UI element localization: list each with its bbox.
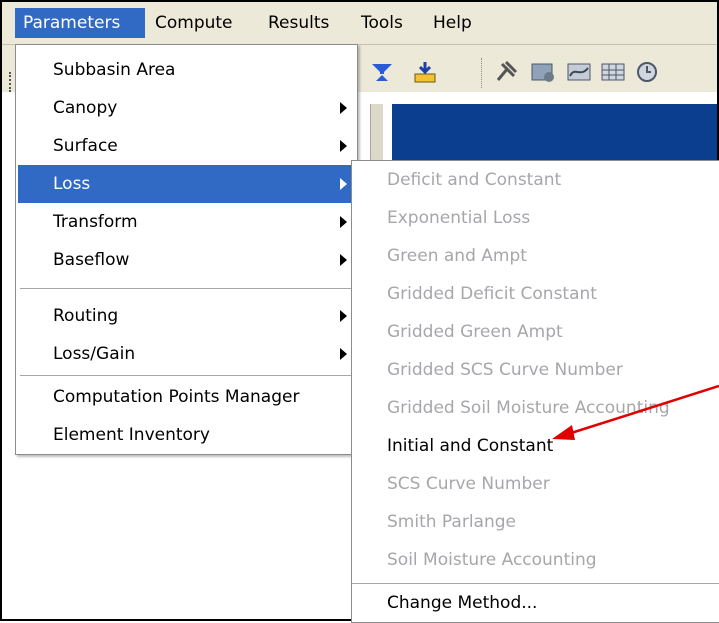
menu-item-label: Element Inventory: [53, 425, 210, 445]
submenu-item-gridded-deficit-constant: Gridded Deficit Constant: [387, 284, 597, 304]
panel-divider[interactable]: [370, 104, 383, 164]
menu-item-label: Loss: [53, 174, 91, 194]
toolbar-separator: [481, 58, 483, 88]
submenu-arrow-icon: [340, 310, 347, 322]
menu-item-computation-points-manager[interactable]: Computation Points Manager: [18, 378, 355, 416]
menu-item-label: Surface: [53, 136, 118, 156]
table-icon[interactable]: [600, 60, 626, 84]
graph-icon[interactable]: [566, 60, 592, 84]
menu-help[interactable]: Help: [425, 8, 480, 38]
menu-item-label: Subbasin Area: [53, 60, 176, 80]
menu-item-label: Transform: [53, 212, 138, 232]
submenu-item-soil-moisture-accounting: Soil Moisture Accounting: [387, 550, 597, 570]
menu-item-subbasin-area[interactable]: Subbasin Area: [18, 51, 355, 89]
submenu-arrow-icon: [340, 102, 347, 114]
submenu-arrow-icon: [340, 216, 347, 228]
menu-item-label: Loss/Gain: [53, 344, 136, 364]
menu-item-label: Computation Points Manager: [53, 387, 300, 407]
menu-item-loss[interactable]: Loss: [18, 165, 355, 203]
import-data-icon[interactable]: [412, 60, 438, 84]
submenu-item-initial-and-constant[interactable]: Initial and Constant: [352, 427, 719, 465]
submenu-item-gridded-soil-moisture-accounting: Gridded Soil Moisture Accounting: [387, 398, 670, 418]
submenu-item-deficit-and-constant: Deficit and Constant: [387, 170, 562, 190]
menu-item-loss-gain[interactable]: Loss/Gain: [18, 335, 355, 373]
submenu-arrow-icon: [340, 140, 347, 152]
menu-separator: [20, 375, 353, 376]
menu-item-label: Canopy: [53, 98, 118, 118]
menu-compute[interactable]: Compute: [147, 8, 241, 38]
menu-item-routing[interactable]: Routing: [18, 297, 355, 335]
menu-item-element-inventory[interactable]: Element Inventory: [18, 416, 355, 454]
submenu-item-green-and-ampt: Green and Ampt: [387, 246, 527, 266]
menu-item-transform[interactable]: Transform: [18, 203, 355, 241]
menu-item-canopy[interactable]: Canopy: [18, 89, 355, 127]
menu-item-label: Routing: [53, 306, 119, 326]
submenu-item-gridded-green-ampt: Gridded Green Ampt: [387, 322, 563, 342]
menu-item-label: Baseflow: [53, 250, 130, 270]
menu-item-baseflow[interactable]: Baseflow: [18, 241, 355, 279]
submenu-item-scs-curve-number: SCS Curve Number: [387, 474, 550, 494]
menu-parameters[interactable]: Parameters: [15, 8, 145, 38]
menu-item-surface[interactable]: Surface: [18, 127, 355, 165]
parameters-menu: Subbasin Area Canopy Surface Loss Transf…: [15, 44, 358, 455]
submenu-item-gridded-scs-curve-number: Gridded SCS Curve Number: [387, 360, 623, 380]
filter-down-icon[interactable]: [369, 60, 395, 84]
menu-results[interactable]: Results: [260, 8, 337, 38]
menu-bar: Parameters Compute Results Tools Help: [2, 2, 717, 45]
window-title-bar: [392, 104, 717, 160]
menu-tools[interactable]: Tools: [353, 8, 411, 38]
submenu-arrow-icon: [340, 348, 347, 360]
submenu-item-change-method[interactable]: Change Method...: [352, 584, 719, 622]
submenu-arrow-icon: [340, 254, 347, 266]
loss-submenu: Deficit and Constant Exponential Loss Gr…: [351, 160, 719, 623]
submenu-arrow-icon: [340, 178, 347, 190]
clock-icon[interactable]: [634, 60, 660, 84]
submenu-item-smith-parlange: Smith Parlange: [387, 512, 516, 532]
submenu-item-exponential-loss: Exponential Loss: [387, 208, 531, 228]
menu-separator: [20, 288, 353, 289]
tools-icon[interactable]: [494, 60, 520, 84]
table-grid-icon[interactable]: [530, 60, 556, 84]
